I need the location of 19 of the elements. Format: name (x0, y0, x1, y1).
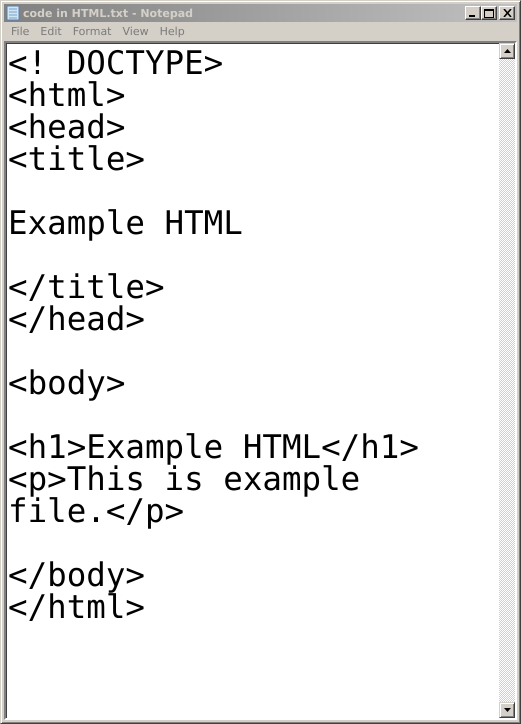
document-text: <! DOCTYPE> <html> <head> <title> Example HTML </title> </head> <body> <h1>Example HTML</h1> <p>This is example file.</p> </body> </html> (7, 43, 420, 628)
scroll-down-button[interactable] (499, 702, 515, 718)
window-title: code in HTML.txt - Notepad (23, 6, 194, 20)
vertical-scrollbar[interactable] (499, 43, 515, 718)
down-arrow-icon (504, 708, 510, 712)
close-button[interactable] (499, 6, 515, 20)
menu-item[interactable]: File (6, 25, 36, 38)
minimize-button[interactable] (465, 6, 481, 20)
up-arrow-icon (504, 49, 510, 53)
menu-item[interactable]: View (118, 25, 155, 38)
notepad-icon (6, 5, 20, 21)
maximize-button[interactable] (481, 6, 497, 20)
scroll-up-button[interactable] (499, 43, 515, 59)
menu-item[interactable]: Edit (35, 25, 68, 38)
maximize-icon (484, 8, 494, 18)
menu-item[interactable]: Format (68, 25, 118, 38)
close-icon (502, 9, 512, 17)
text-area[interactable]: <! DOCTYPE> <html> <head> <title> Example HTML </title> </head> <body> <h1>Example HTML</h1> <p>This is example file.</p> </body> </html> (4, 41, 517, 720)
menu-item[interactable]: Help (154, 25, 191, 38)
